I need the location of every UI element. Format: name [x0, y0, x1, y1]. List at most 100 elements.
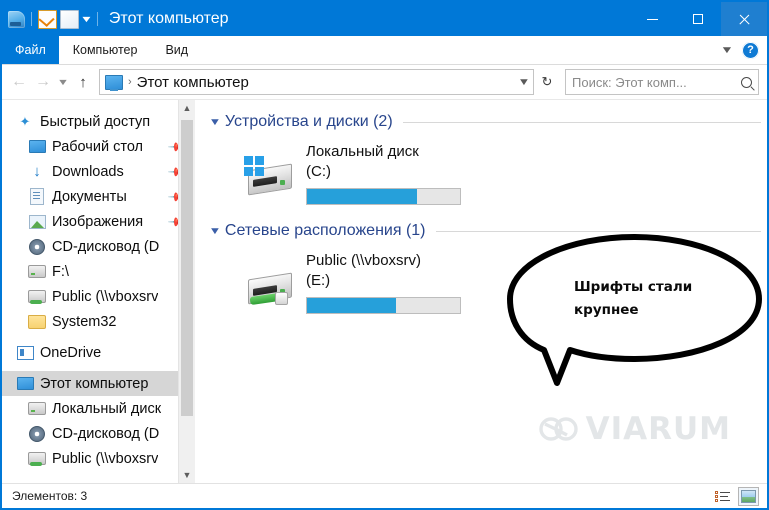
network-drive-icon [28, 452, 46, 466]
drive-name-line1: Public (\\vboxsrv) [306, 252, 422, 269]
chevron-down-icon[interactable]: ▼ [209, 226, 222, 237]
group-divider [435, 230, 761, 232]
tab-view[interactable]: Вид [151, 36, 202, 64]
sidebar-item-cd-drive[interactable]: CD-дисковод (D [2, 234, 195, 259]
address-right-controls: ▼ [513, 77, 531, 88]
back-arrow-icon[interactable]: ← [8, 70, 30, 94]
sidebar-item-label: Изображения [52, 213, 144, 230]
toolbar-separator [31, 12, 32, 26]
group-header-devices[interactable]: ▼ Устройства и диски (2) [209, 110, 767, 134]
address-chevron-down-icon[interactable]: ▼ [518, 77, 531, 88]
drive-usage-fill [307, 189, 418, 204]
sidebar-item-label: Рабочий стол [52, 138, 144, 155]
drive-tile-e[interactable]: Public (\\vboxsrv) (E:) [210, 251, 767, 314]
large-icons-view-button[interactable] [738, 486, 759, 506]
new-folder-icon[interactable] [60, 9, 79, 29]
explorer-window: ▼ Этот компьютер Файл Компьютер Вид ▼ ? … [0, 0, 769, 510]
cd-drive-icon [28, 238, 46, 255]
navigation-pane: ✦ Быстрый доступ Рабочий стол 📌 ↓ Downlo… [2, 100, 196, 483]
maximize-icon [693, 14, 703, 24]
watermark-text: VIARUM [585, 411, 731, 447]
close-icon [738, 13, 751, 26]
address-input[interactable]: › Этот компьютер ▼ [99, 69, 534, 95]
sidebar-item-system32[interactable]: System32 [2, 309, 195, 334]
sidebar-item-cd-drive-2[interactable]: CD-дисковод (D [2, 421, 195, 446]
minimize-icon [646, 18, 658, 20]
sidebar-item-drive-f[interactable]: F:\ [2, 259, 195, 284]
group-title: Сетевые расположения (1) [224, 222, 426, 239]
scroll-down-icon[interactable]: ▼ [179, 467, 195, 483]
sidebar-item-public-network[interactable]: Public (\\vboxsrv [2, 284, 195, 309]
details-view-button[interactable] [713, 488, 732, 505]
search-box[interactable]: Поиск: Этот комп... [565, 69, 759, 95]
sidebar-item-public-network-2[interactable]: Public (\\vboxsrv [2, 446, 195, 471]
sidebar-item-documents[interactable]: Документы 📌 [2, 184, 195, 209]
chevron-down-icon[interactable]: ▼ [720, 45, 734, 56]
sidebar-item-downloads[interactable]: ↓ Downloads 📌 [2, 159, 195, 184]
sidebar-item-label: Быстрый доступ [40, 113, 151, 130]
drive-usage-fill [307, 298, 396, 313]
sidebar-item-desktop[interactable]: Рабочий стол 📌 [2, 134, 195, 159]
sidebar-item-pictures[interactable]: Изображения 📌 [2, 209, 195, 234]
sidebar-item-label: F:\ [52, 263, 69, 280]
sidebar-item-label: Downloads [52, 163, 124, 180]
search-input[interactable]: Поиск: Этот комп... [572, 75, 738, 90]
breadcrumb-location: Этот компьютер [136, 73, 249, 91]
sidebar-item-local-disk[interactable]: Локальный диск [2, 396, 195, 421]
onedrive-icon [16, 345, 34, 360]
drive-name-line1: Локальный диск [306, 143, 419, 160]
title-bar: ▼ Этот компьютер [2, 2, 767, 36]
forward-arrow-icon[interactable]: → [32, 70, 54, 94]
help-button[interactable]: ? [742, 41, 759, 59]
chevron-down-icon[interactable]: ▼ [209, 117, 222, 128]
explorer-icon[interactable] [8, 10, 25, 28]
drive-usage-bar-c [306, 188, 461, 205]
system-drive-icon [238, 142, 302, 196]
sidebar-item-label: Локальный диск [52, 400, 162, 417]
sidebar-item-this-pc[interactable]: Этот компьютер [2, 371, 195, 396]
status-bar: Элементов: 3 [2, 483, 767, 508]
tab-file[interactable]: Файл [2, 36, 59, 64]
sidebar-scrollbar[interactable]: ▲ ▼ [178, 100, 195, 483]
sidebar-item-quick-access[interactable]: ✦ Быстрый доступ [2, 109, 195, 134]
tab-computer[interactable]: Компьютер [59, 36, 152, 64]
system-drive-icon [28, 402, 46, 415]
breadcrumb-separator: › [128, 76, 132, 88]
sidebar-item-label: CD-дисковод (D [52, 425, 160, 442]
status-item-count: Элементов: 3 [12, 489, 88, 503]
sidebar-item-label: Документы [52, 188, 127, 205]
window-controls [629, 2, 767, 36]
network-drive-icon [28, 290, 46, 304]
properties-icon[interactable] [38, 9, 57, 29]
folder-icon [28, 314, 46, 329]
drive-name-line2: (E:) [306, 272, 331, 289]
navigation-list: ✦ Быстрый доступ Рабочий стол 📌 ↓ Downlo… [2, 100, 195, 471]
watermark: VIARUM [538, 411, 731, 447]
close-button[interactable] [721, 2, 767, 36]
maximize-button[interactable] [675, 2, 721, 36]
scrollbar-thumb[interactable] [181, 120, 193, 416]
search-icon [741, 76, 752, 88]
group-header-network[interactable]: ▼ Сетевые расположения (1) [209, 219, 767, 243]
view-mode-buttons [713, 486, 759, 506]
refresh-icon[interactable]: ↻ [536, 70, 558, 94]
sidebar-item-label: System32 [52, 313, 117, 330]
scroll-up-icon[interactable]: ▲ [179, 100, 195, 116]
minimize-button[interactable] [629, 2, 675, 36]
computer-icon [105, 74, 123, 91]
chevron-down-icon[interactable]: ▼ [80, 14, 93, 24]
drive-icon [28, 265, 46, 278]
ribbon-tab-bar: Файл Компьютер Вид ▼ ? [2, 36, 767, 65]
download-icon: ↓ [33, 163, 41, 180]
large-icons-view-icon [741, 489, 756, 503]
network-cable-icon [248, 292, 288, 305]
file-list-pane: ▼ Устройства и диски (2) Локальный диск … [196, 100, 767, 483]
details-view-icon [715, 490, 730, 502]
sidebar-item-onedrive[interactable]: OneDrive [2, 340, 195, 365]
computer-icon [16, 377, 34, 390]
window-title: Этот компьютер [108, 10, 229, 27]
history-chevron-down-icon[interactable]: ▼ [53, 70, 73, 94]
group-divider [402, 121, 761, 123]
up-arrow-icon[interactable]: ↑ [72, 70, 94, 94]
drive-tile-c[interactable]: Локальный диск (C:) [210, 142, 767, 205]
